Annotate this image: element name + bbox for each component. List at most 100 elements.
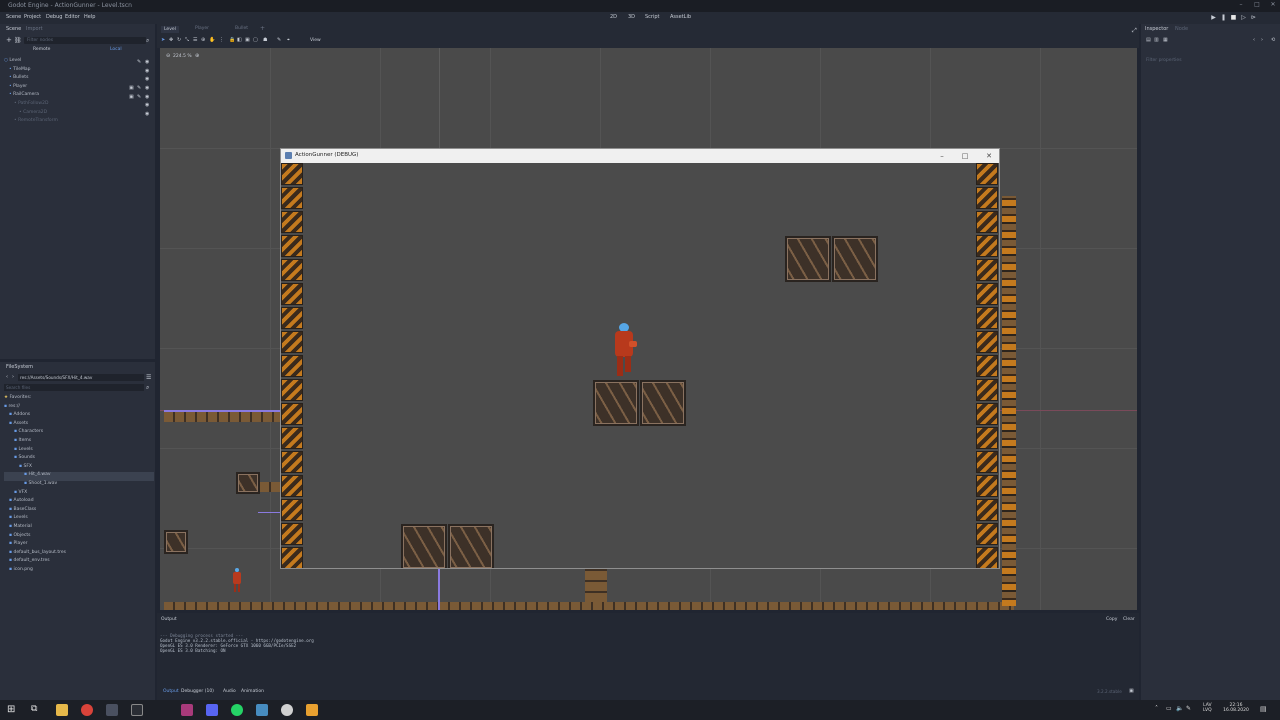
vlc-icon[interactable] bbox=[306, 704, 318, 716]
history-forward-icon[interactable]: › bbox=[1261, 37, 1263, 43]
minimize-icon[interactable]: – bbox=[936, 151, 948, 161]
terminal-icon[interactable] bbox=[131, 704, 143, 716]
tab-import[interactable]: Import bbox=[26, 26, 43, 34]
game-debug-window[interactable]: ActionGunner (DEBUG) – □ ✕ bbox=[280, 148, 1000, 569]
search-icon[interactable]: ⌕ bbox=[146, 37, 149, 45]
whatsapp-icon[interactable] bbox=[231, 704, 243, 716]
editor-app-icon[interactable] bbox=[181, 704, 193, 716]
zoom-in-icon[interactable]: ⊕ bbox=[195, 53, 199, 59]
lock-icon[interactable]: 🔒 bbox=[229, 37, 235, 43]
add-tab-icon[interactable]: + bbox=[260, 25, 265, 32]
game-window-titlebar[interactable]: ActionGunner (DEBUG) – □ ✕ bbox=[281, 149, 999, 163]
filesystem-item[interactable]: ▪ Addons bbox=[4, 412, 154, 421]
filesystem-item[interactable]: ▪ Sounds bbox=[4, 455, 154, 464]
filesystem-item[interactable]: ▪ Levels bbox=[4, 515, 154, 524]
language-indicator[interactable]: LAV LVQ bbox=[1203, 703, 1212, 713]
visibility-icon[interactable]: ◉ bbox=[145, 68, 149, 74]
distraction-free-icon[interactable]: ⤢ bbox=[1132, 27, 1137, 35]
filesystem-item[interactable]: ▪ Objects bbox=[4, 533, 154, 542]
bottom-tab-audio[interactable]: Audio bbox=[223, 689, 236, 694]
notification-icon[interactable]: ▤ bbox=[1260, 705, 1267, 713]
script-icon[interactable]: ✎ bbox=[137, 94, 141, 100]
split-mode-icon[interactable]: ☰ bbox=[146, 374, 151, 381]
app-icon[interactable] bbox=[106, 704, 118, 716]
minimize-icon[interactable]: – bbox=[1236, 1, 1246, 10]
filesystem-item[interactable]: ▪ Levels bbox=[4, 447, 154, 456]
zoom-reset-icon[interactable]: ⊖ bbox=[166, 53, 170, 59]
filesystem-item[interactable]: ★ Favorites: bbox=[4, 395, 154, 404]
skeleton-icon[interactable]: ☗ bbox=[263, 37, 267, 43]
move-mode-icon[interactable]: ✥ bbox=[169, 37, 173, 43]
script-icon[interactable]: ✎ bbox=[137, 85, 141, 91]
filesystem-item[interactable]: ▪ default_bus_layout.tres bbox=[4, 550, 154, 559]
volume-icon[interactable]: 🔈 bbox=[1176, 705, 1183, 712]
workspace-3d[interactable]: 3D bbox=[628, 14, 635, 20]
link-icon[interactable]: ⛓ bbox=[14, 37, 22, 44]
scene-node[interactable]: • TileMap bbox=[4, 67, 154, 76]
filesystem-item[interactable]: ▪ Autoload bbox=[4, 498, 154, 507]
pencil-icon[interactable]: ✎ bbox=[277, 37, 281, 43]
group-icon[interactable]: ▣ bbox=[245, 37, 250, 43]
scene-tab-player[interactable]: Player bbox=[195, 26, 209, 31]
start-icon[interactable]: ⊞ bbox=[7, 704, 15, 715]
filesystem-item[interactable]: ▪ VFX bbox=[4, 490, 154, 499]
history-back-icon[interactable]: ‹ bbox=[1253, 37, 1255, 43]
clock[interactable]: 22:16 16.08.2020 bbox=[1221, 703, 1251, 713]
filesystem-item[interactable]: ▪ Hit_4.wav bbox=[4, 472, 154, 481]
rotate-mode-icon[interactable]: ↻ bbox=[177, 37, 181, 43]
camera-icon[interactable]: ⌖ bbox=[287, 37, 290, 43]
back-icon[interactable]: ‹ bbox=[6, 374, 8, 380]
scale-mode-icon[interactable]: ⤡ bbox=[185, 37, 189, 43]
godot-icon[interactable] bbox=[256, 704, 268, 716]
scene-node[interactable]: • Bullets bbox=[4, 75, 154, 84]
game-canvas[interactable] bbox=[281, 163, 999, 568]
visibility-icon[interactable]: ◉ bbox=[145, 111, 149, 117]
visibility-icon[interactable]: ◉ bbox=[145, 59, 149, 65]
scene-tab-bullet[interactable]: Bullet bbox=[235, 26, 248, 31]
close-icon[interactable]: ✕ bbox=[983, 151, 995, 161]
workspace-2d[interactable]: 2D bbox=[610, 14, 617, 20]
clear-button[interactable]: Clear bbox=[1123, 617, 1135, 622]
pan-mode-icon[interactable]: ✋ bbox=[209, 37, 215, 43]
menu-scene[interactable]: Scene bbox=[6, 14, 21, 20]
forward-icon[interactable]: › bbox=[12, 374, 14, 380]
group-icon[interactable]: ▣ bbox=[129, 85, 134, 91]
scene-node[interactable]: • PathFollow2D bbox=[4, 101, 154, 110]
menu-editor[interactable]: Editor bbox=[65, 14, 80, 20]
settings-icon[interactable] bbox=[281, 704, 293, 716]
tray-chevron-icon[interactable]: ˄ bbox=[1155, 705, 1158, 712]
play-icon[interactable]: ▶ bbox=[1210, 14, 1217, 21]
scene-node[interactable]: ○ Level bbox=[4, 58, 154, 67]
pause-icon[interactable]: ❚ bbox=[1220, 14, 1227, 21]
filesystem-item[interactable]: ▪ Shoot_1.wav bbox=[4, 481, 154, 490]
visibility-icon[interactable]: ◉ bbox=[145, 102, 149, 108]
script-icon[interactable]: ✎ bbox=[137, 59, 141, 65]
search-files-input[interactable]: Search files bbox=[4, 384, 144, 391]
remote-tab[interactable]: Remote bbox=[33, 47, 50, 52]
filesystem-item[interactable]: ▪ default_env.tres bbox=[4, 558, 154, 567]
new-resource-icon[interactable]: ▤ bbox=[1146, 37, 1151, 43]
visibility-icon[interactable]: ◉ bbox=[145, 76, 149, 82]
filesystem-item[interactable]: ▪ res:// bbox=[4, 404, 154, 413]
object-history-icon[interactable]: ⟲ bbox=[1271, 37, 1275, 43]
chrome-icon[interactable] bbox=[81, 704, 93, 716]
path-field[interactable]: res://Assets/Sounds/SFX/Hit_4.wav bbox=[18, 374, 144, 381]
tab-node[interactable]: Node bbox=[1175, 26, 1188, 34]
stop-icon[interactable]: ■ bbox=[1230, 14, 1237, 21]
filesystem-item[interactable]: ▪ Material bbox=[4, 524, 154, 533]
close-icon[interactable]: ✕ bbox=[1268, 1, 1278, 10]
pivot-mode-icon[interactable]: ⊕ bbox=[201, 37, 205, 43]
play-custom-icon[interactable]: ⊳ bbox=[1250, 14, 1257, 21]
bottom-tab-animation[interactable]: Animation bbox=[241, 689, 264, 694]
list-mode-icon[interactable]: ☰ bbox=[193, 37, 197, 43]
add-node-icon[interactable]: + bbox=[6, 36, 12, 44]
bottom-tab-debugger[interactable]: Debugger (10) bbox=[181, 689, 214, 694]
visibility-icon[interactable]: ◉ bbox=[145, 94, 149, 100]
filesystem-item[interactable]: ▪ icon.png bbox=[4, 567, 154, 576]
select-mode-icon[interactable]: ➤ bbox=[161, 37, 165, 43]
filesystem-item[interactable]: ▪ Player bbox=[4, 541, 154, 550]
save-resource-icon[interactable]: ▦ bbox=[1163, 37, 1168, 43]
maximize-icon[interactable]: □ bbox=[1252, 1, 1262, 10]
bottom-tab-output[interactable]: Output bbox=[163, 689, 179, 694]
workspace-assetlib[interactable]: AssetLib bbox=[670, 14, 691, 20]
